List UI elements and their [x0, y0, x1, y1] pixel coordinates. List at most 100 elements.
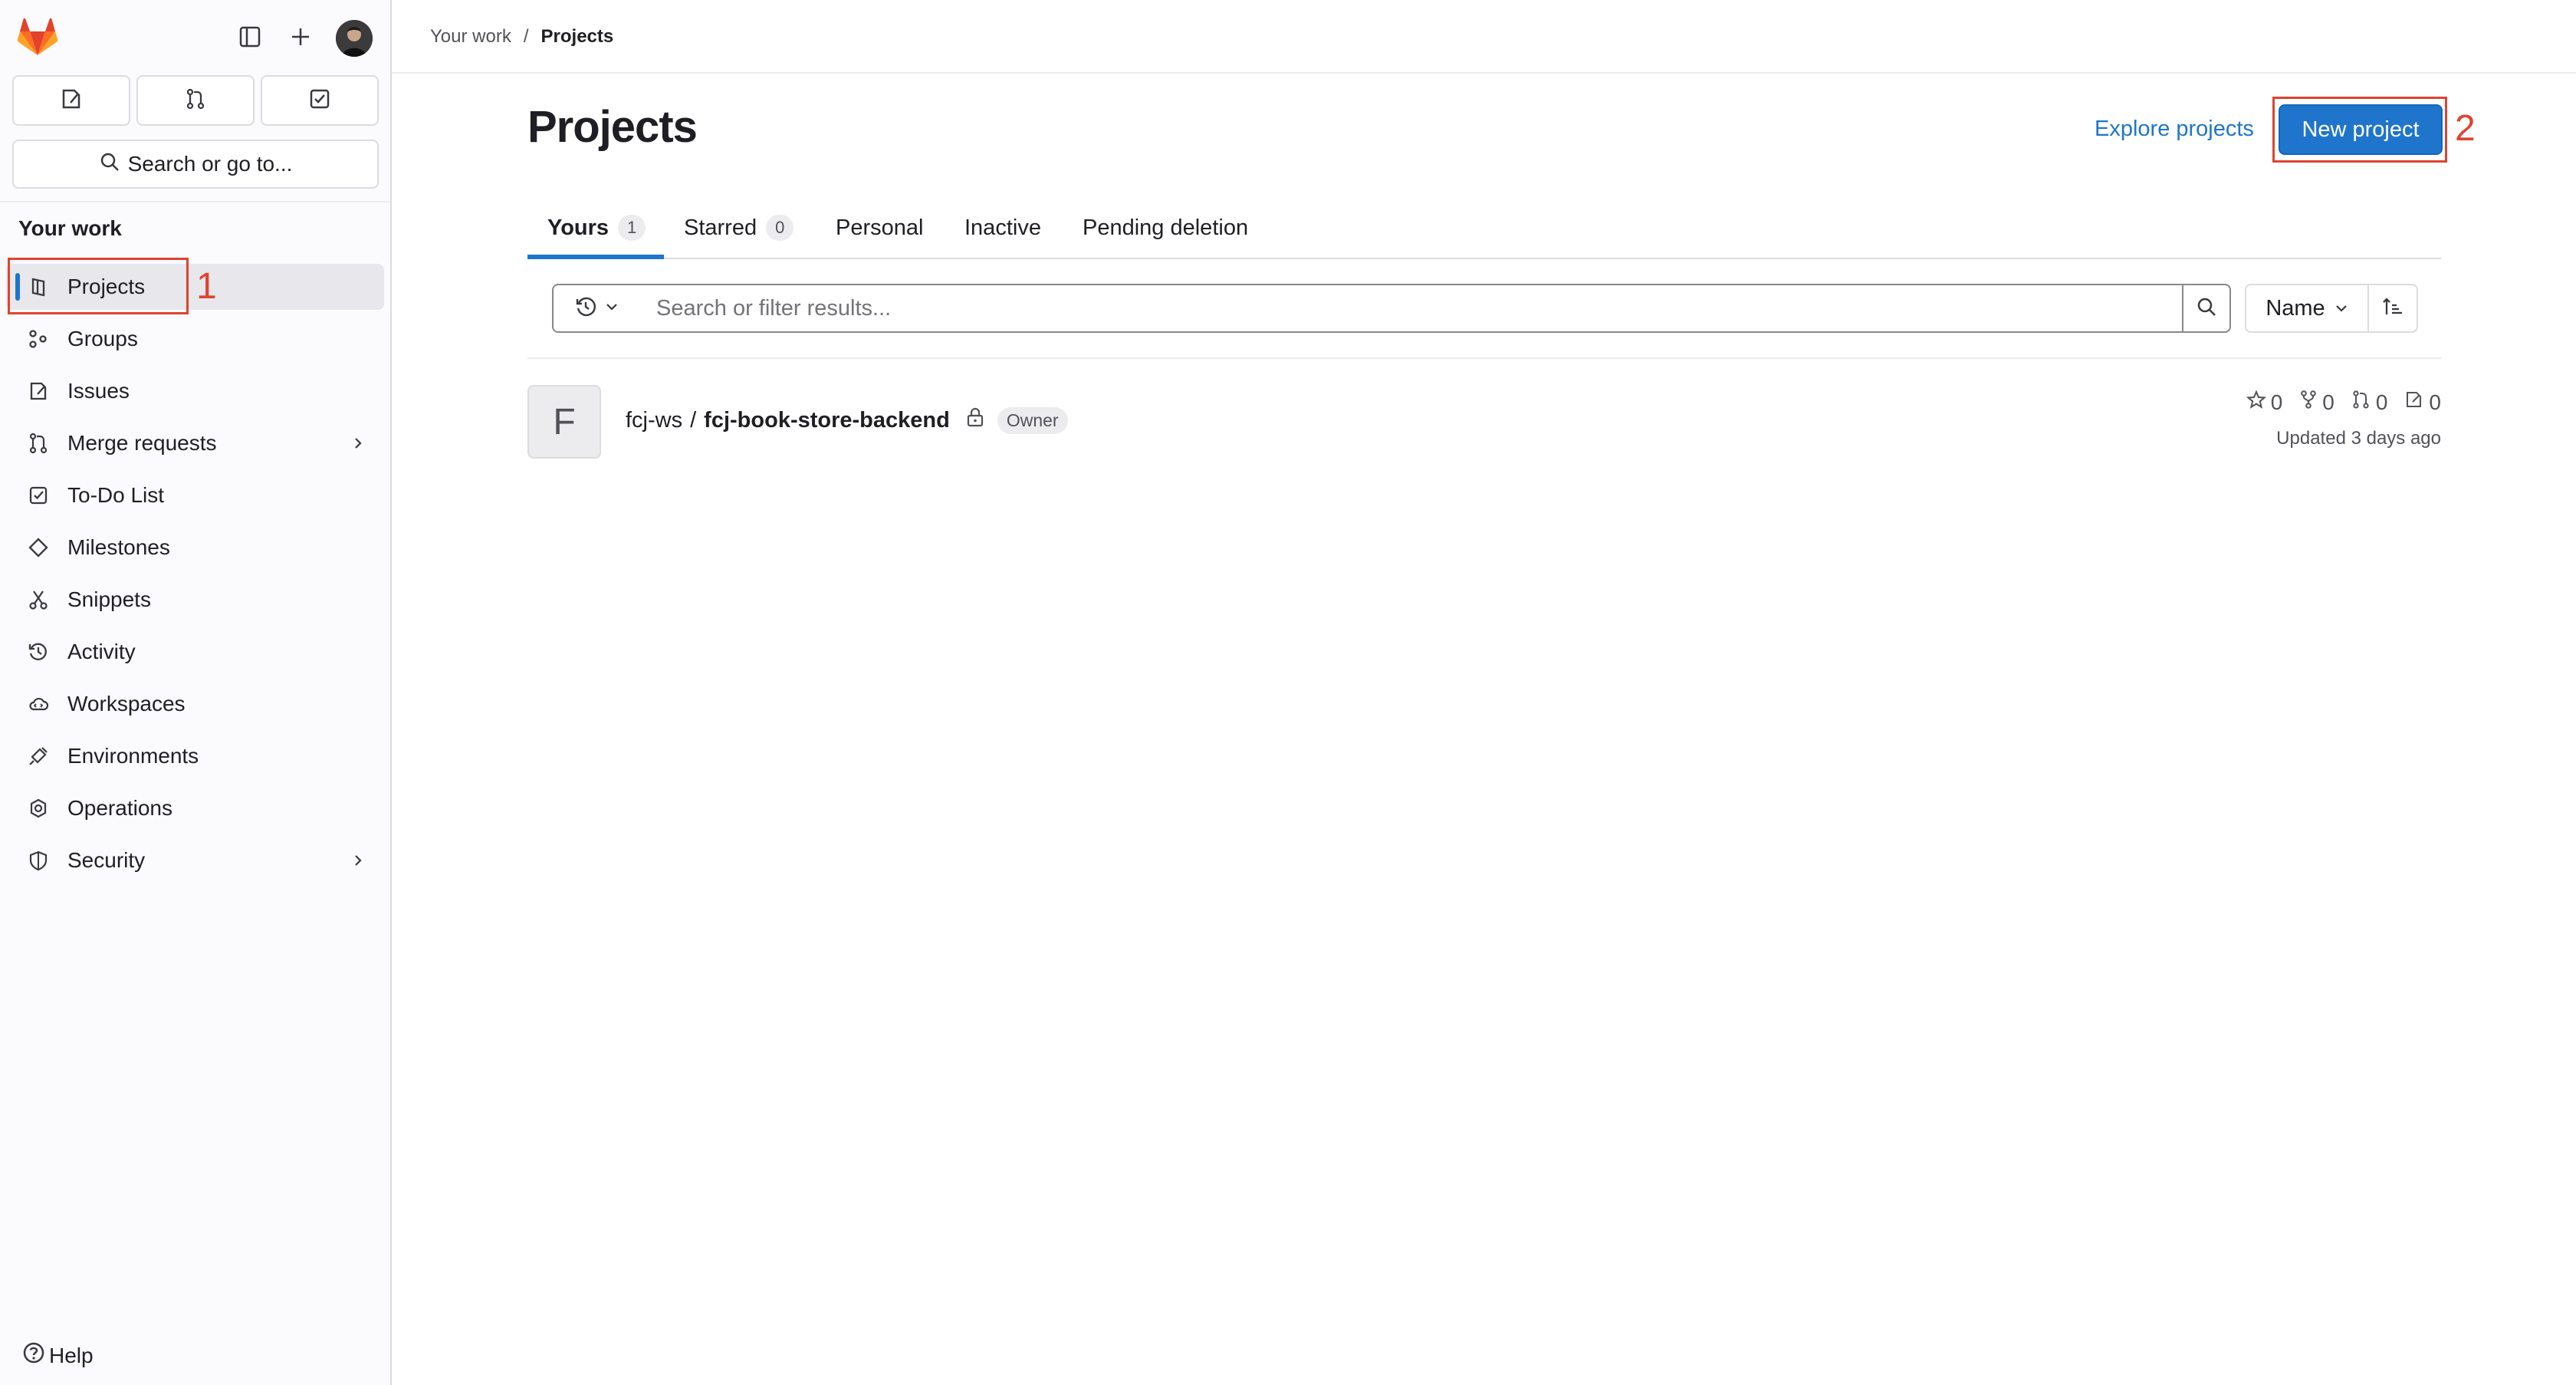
tab-label: Starred	[684, 215, 757, 240]
tab-label: Pending deletion	[1083, 215, 1249, 240]
sort-ascending-icon	[2381, 295, 2404, 322]
sidebar-nav: Projects Groups Issues Merge requests To…	[0, 264, 390, 890]
plus-icon[interactable]	[284, 20, 317, 54]
tab-pending-deletion[interactable]: Pending deletion	[1083, 196, 1248, 259]
sidebar-item-label: Environments	[67, 744, 199, 768]
merge-requests-button[interactable]	[136, 75, 255, 126]
tab-personal[interactable]: Personal	[836, 196, 923, 259]
sort-direction-button[interactable]	[2367, 284, 2418, 333]
tab-label: Personal	[836, 215, 924, 240]
sidebar-item-issues[interactable]: Issues	[6, 368, 384, 414]
sort-dropdown[interactable]: Name	[2245, 284, 2369, 333]
sidebar-item-milestones[interactable]: Milestones	[6, 525, 384, 571]
sidebar-toggle-icon[interactable]	[233, 20, 267, 54]
sidebar-item-label: Snippets	[67, 587, 151, 611]
history-icon	[25, 638, 52, 666]
snippet-icon	[25, 586, 52, 614]
help-button[interactable]: Help	[21, 1341, 94, 1370]
divider	[0, 201, 390, 202]
sidebar-item-snippets[interactable]: Snippets	[6, 577, 384, 623]
sidebar-item-label: Operations	[67, 796, 172, 820]
search-icon	[2196, 296, 2217, 321]
breadcrumb-current[interactable]: Projects	[541, 26, 614, 48]
chevron-right-icon	[347, 433, 369, 454]
search-label: Search or go to...	[127, 152, 293, 176]
issues-count[interactable]: 0	[2404, 390, 2441, 415]
tab-count: 1	[618, 215, 646, 241]
sidebar-item-security[interactable]: Security	[6, 837, 384, 883]
sidebar-item-label: Workspaces	[67, 692, 186, 716]
annotation-number-2: 2	[2455, 108, 2476, 149]
lock-icon	[965, 406, 985, 434]
search-input[interactable]: Search or filter results...	[639, 284, 2183, 333]
sidebar-item-label: Milestones	[67, 535, 170, 559]
page-title: Projects	[527, 102, 698, 152]
merge-request-icon	[184, 87, 207, 114]
breadcrumb-parent[interactable]: Your work	[430, 26, 511, 48]
project-stats: 0 0 0 0	[2246, 390, 2441, 415]
assigned-issues-button[interactable]	[12, 75, 130, 126]
annotation-box-2	[2272, 97, 2447, 163]
search-icon	[99, 151, 120, 178]
stars-count[interactable]: 0	[2246, 390, 2283, 415]
tab-label: Inactive	[964, 215, 1041, 240]
sidebar: Search or go to... Your work Projects Gr…	[0, 0, 392, 1385]
breadcrumb: Your work / Projects	[430, 26, 613, 48]
chevron-down-icon	[605, 300, 619, 317]
project-name-link[interactable]: fcj-book-store-backend	[704, 408, 950, 433]
sidebar-item-environments[interactable]: Environments	[6, 733, 384, 779]
sidebar-item-activity[interactable]: Activity	[6, 629, 384, 675]
user-avatar[interactable]	[336, 20, 373, 57]
workspace-icon	[25, 690, 52, 718]
fork-icon	[2299, 390, 2318, 415]
annotation-box-1	[8, 258, 189, 314]
sidebar-item-label: Activity	[67, 640, 136, 663]
gitlab-logo[interactable]	[17, 18, 58, 57]
forks-count[interactable]: 0	[2299, 390, 2334, 415]
sidebar-item-label: Merge requests	[67, 431, 217, 455]
chevron-down-icon	[2334, 296, 2348, 321]
search-submit-button[interactable]	[2182, 284, 2231, 333]
filter-bar: Search or filter results... Name	[527, 259, 2441, 359]
issues-icon	[25, 377, 52, 405]
updated-time: Updated 3 days ago	[2276, 428, 2441, 449]
project-row: F fcj-ws / fcj-book-store-backend Owner …	[527, 383, 2441, 460]
environment-icon	[25, 742, 52, 770]
tab-count: 0	[766, 215, 794, 241]
project-namespace[interactable]: fcj-ws	[626, 408, 682, 433]
tab-starred[interactable]: Starred 0	[684, 196, 794, 259]
issues-value: 0	[2429, 390, 2441, 414]
todo-icon	[25, 482, 52, 509]
star-icon	[2246, 390, 2266, 415]
chevron-right-icon	[347, 850, 369, 871]
sort-label: Name	[2266, 295, 2325, 321]
merge-requests-value: 0	[2375, 390, 2388, 414]
forks-value: 0	[2322, 390, 2334, 414]
todo-list-button[interactable]	[261, 75, 379, 126]
sidebar-item-label: To-Do List	[67, 483, 165, 507]
recent-searches-button[interactable]	[552, 284, 641, 333]
search-or-go-to-button[interactable]: Search or go to...	[12, 140, 379, 189]
sidebar-item-label: Security	[67, 848, 146, 872]
milestone-icon	[25, 534, 52, 561]
merge-requests-count[interactable]: 0	[2351, 390, 2388, 415]
stars-value: 0	[2270, 390, 2283, 414]
sidebar-item-merge-requests[interactable]: Merge requests	[6, 420, 384, 466]
tab-yours[interactable]: Yours 1	[547, 196, 646, 259]
group-icon	[25, 325, 52, 353]
annotation-number-1: 1	[196, 266, 217, 307]
sidebar-item-operations[interactable]: Operations	[6, 785, 384, 831]
sidebar-item-workspaces[interactable]: Workspaces	[6, 681, 384, 727]
role-badge: Owner	[997, 406, 1068, 434]
project-avatar[interactable]: F	[527, 385, 601, 459]
sidebar-item-todo-list[interactable]: To-Do List	[6, 472, 384, 518]
issues-icon	[60, 87, 83, 114]
history-icon	[574, 295, 597, 322]
tab-inactive[interactable]: Inactive	[964, 196, 1041, 259]
shield-icon	[25, 847, 52, 874]
path-separator: /	[690, 407, 697, 433]
sidebar-item-groups[interactable]: Groups	[6, 316, 384, 362]
merge-request-icon	[25, 429, 52, 457]
breadcrumb-separator: /	[523, 26, 529, 47]
explore-projects-link[interactable]: Explore projects	[2095, 117, 2254, 142]
